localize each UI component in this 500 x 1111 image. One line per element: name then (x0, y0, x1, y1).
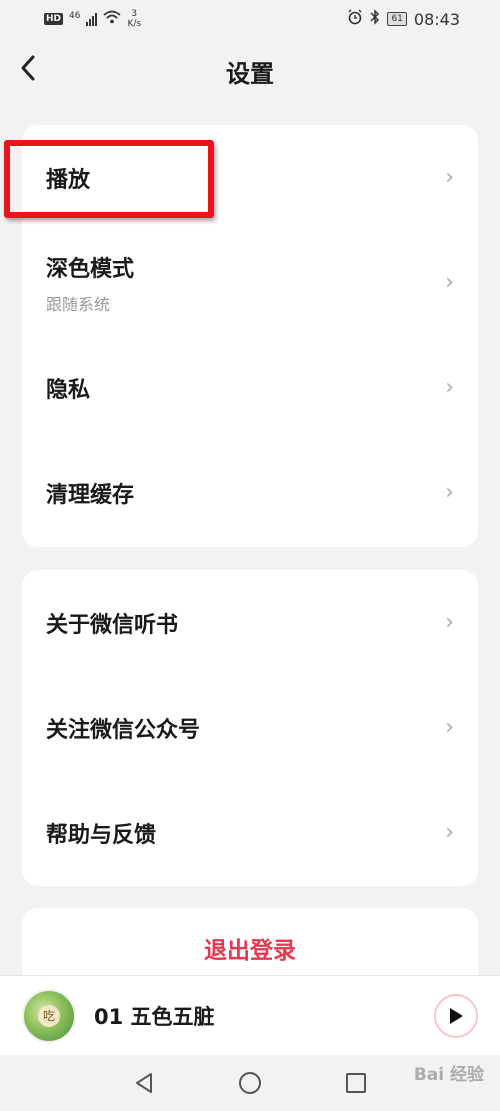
play-icon (450, 1008, 463, 1024)
speed-value: 3 (131, 9, 138, 19)
chevron-right-icon: › (445, 609, 454, 635)
hd-badge: HD (44, 13, 64, 25)
network-type: 46 (69, 10, 81, 21)
status-bar: HD 46 3 K/s 61 08:43 (0, 0, 500, 38)
chevron-right-icon: › (445, 374, 454, 400)
chevron-right-icon: › (445, 714, 454, 740)
settings-item-label: 关注微信公众号 (46, 717, 201, 743)
back-button[interactable] (12, 52, 44, 84)
settings-item-privacy[interactable]: 隐私 › (22, 335, 478, 440)
speed-unit: K/s (127, 19, 142, 29)
settings-item-clear-cache[interactable]: 清理缓存 › (22, 440, 478, 545)
settings-item-label: 深色模式 (46, 256, 135, 282)
nav-back-button[interactable] (130, 1069, 158, 1097)
page-title: 设置 (226, 59, 274, 88)
track-title: 01 五色五脏 (94, 1004, 215, 1029)
bluetooth-icon (370, 9, 380, 29)
settings-item-label: 播放 (46, 167, 91, 193)
settings-item-about[interactable]: 关于微信听书 › (22, 570, 478, 675)
settings-item-playback[interactable]: 播放 › (22, 125, 478, 230)
circle-home-icon (239, 1072, 261, 1094)
signal-icon (86, 12, 98, 26)
nav-home-button[interactable] (236, 1069, 264, 1097)
nav-recents-button[interactable] (342, 1069, 370, 1097)
settings-card-2: 关于微信听书 › 关注微信公众号 › 帮助与反馈 › (22, 570, 478, 886)
status-right: 61 08:43 (347, 9, 460, 29)
header: 设置 (0, 38, 500, 104)
album-cover[interactable]: 吃 (22, 988, 76, 1043)
settings-item-label: 关于微信听书 (46, 612, 179, 638)
settings-item-follow-official-account[interactable]: 关注微信公众号 › (22, 675, 478, 780)
alarm-icon (347, 9, 363, 29)
watermark: Bai 经验 (413, 1065, 484, 1085)
play-button[interactable] (434, 994, 478, 1038)
battery-icon: 61 (387, 12, 407, 26)
network-speed: 3 K/s (127, 9, 141, 29)
chevron-left-icon (21, 55, 35, 81)
triangle-back-icon (136, 1073, 152, 1093)
settings-item-dark-mode[interactable]: 深色模式 跟随系统 › (22, 230, 478, 335)
logout-label: 退出登录 (204, 938, 296, 964)
settings-item-label: 帮助与反馈 (46, 822, 157, 848)
clock: 08:43 (413, 9, 460, 29)
square-recents-icon (346, 1073, 366, 1093)
settings-item-help-feedback[interactable]: 帮助与反馈 › (22, 780, 478, 885)
settings-item-label: 清理缓存 (46, 482, 135, 508)
cover-text: 吃 (38, 1004, 60, 1027)
wifi-icon (103, 10, 122, 28)
settings-item-sublabel: 跟随系统 (46, 294, 111, 314)
chevron-right-icon: › (445, 269, 454, 295)
settings-item-label: 隐私 (46, 377, 91, 403)
mini-player[interactable]: 吃 01 五色五脏 (0, 975, 500, 1055)
chevron-right-icon: › (445, 479, 454, 505)
chevron-right-icon: › (445, 164, 454, 190)
settings-card-1: 播放 › 深色模式 跟随系统 › 隐私 › 清理缓存 › (22, 125, 478, 547)
chevron-right-icon: › (445, 819, 454, 845)
status-left: HD 46 3 K/s (44, 9, 141, 29)
